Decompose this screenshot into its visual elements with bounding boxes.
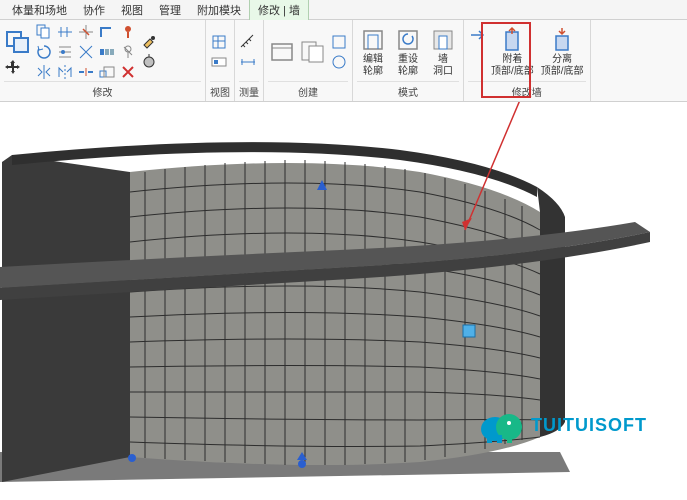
reset-profile-button[interactable]: 重设 轮廓 [392,24,424,80]
panel-modify-wall: 附着 顶部/底部 分离 顶部/底部 修改墙 [464,20,591,101]
select-icon[interactable] [4,28,32,56]
panel-label-modify-wall: 修改墙 [468,81,586,101]
align-icon[interactable] [56,23,74,41]
watermark-logo-icon [477,405,525,445]
view-icon-2[interactable] [210,53,228,71]
tab-view[interactable]: 视图 [113,0,151,20]
panel-measure: 测量 [235,20,264,101]
panel-view: 视图 [206,20,235,101]
panel-label-mode: 模式 [357,81,459,101]
corner-icon[interactable] [98,23,116,41]
pin-icon[interactable] [119,23,137,41]
trim-icon[interactable] [77,23,95,41]
watermark-text: TUITUISOFT [531,415,647,436]
tab-collaborate[interactable]: 协作 [75,0,113,20]
edit-profile-button[interactable]: 编辑 轮廓 [357,24,389,80]
unpin-icon[interactable] [119,43,137,61]
viewport-3d[interactable]: TUITUISOFT [0,102,687,500]
tab-manage[interactable]: 管理 [151,0,189,20]
create-icon-1[interactable] [268,38,296,66]
panel-modify: 修改 [0,20,206,101]
ribbon-tabs: 体量和场地 协作 视图 管理 附加模块 修改 | 墙 [0,0,687,20]
watermark: TUITUISOFT [477,405,647,445]
delete-icon[interactable] [119,63,137,81]
attach-icon [498,26,526,54]
copy-icon[interactable] [35,23,53,41]
extend-icon[interactable] [77,43,95,61]
mirror-axis-icon[interactable] [56,63,74,81]
measure-icon[interactable] [239,33,257,51]
detach-top-bottom-button[interactable]: 分离 顶部/底部 [539,24,586,80]
panel-label-view: 视图 [210,81,230,101]
drag-handle[interactable] [298,460,306,468]
attach-top-bottom-button[interactable]: 附着 顶部/底部 [489,24,536,80]
selection-grip[interactable] [463,325,475,337]
panel-label-modify: 修改 [4,81,201,101]
panel-mode: 编辑 轮廓 重设 轮廓 墙 洞口 模式 [353,20,464,101]
wall-opening-icon [429,26,457,54]
tab-addins[interactable]: 附加模块 [189,0,249,20]
edit-profile-icon [359,26,387,54]
detach-icon [548,26,576,54]
wall-opening-button[interactable]: 墙 洞口 [427,24,459,80]
mirror-icon[interactable] [35,63,53,81]
create-icon-2[interactable] [299,38,327,66]
demolish-icon[interactable] [140,53,158,71]
tab-massing[interactable]: 体量和场地 [4,0,75,20]
scale-icon[interactable] [98,63,116,81]
array-icon[interactable] [98,43,116,61]
ribbon: 修改 视图 测量 创建 [0,20,687,102]
offset-icon[interactable] [56,43,74,61]
panel-label-measure: 测量 [239,81,259,101]
panel-create: 创建 [264,20,353,101]
tab-modify-wall[interactable]: 修改 | 墙 [249,0,309,20]
paint-icon[interactable] [140,33,158,51]
wall-arrow-icon[interactable] [468,26,486,44]
rotate-icon[interactable] [35,43,53,61]
split-icon[interactable] [77,63,95,81]
move-icon[interactable] [4,58,22,76]
dimension-icon[interactable] [239,53,257,71]
reset-profile-icon [394,26,422,54]
panel-label-create: 创建 [268,81,348,101]
create-icon-3[interactable] [330,33,348,51]
drag-handle[interactable] [128,454,136,462]
view-icon-1[interactable] [210,33,228,51]
create-icon-4[interactable] [330,53,348,71]
